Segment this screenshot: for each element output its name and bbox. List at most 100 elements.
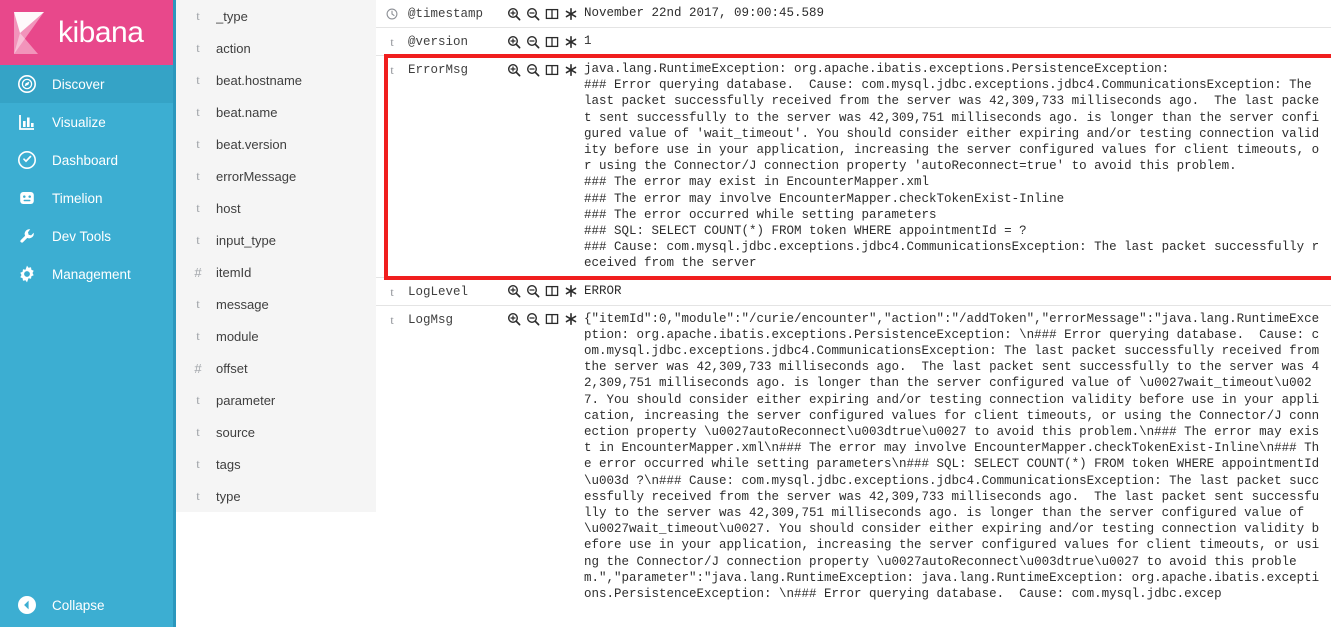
field-list-item[interactable]: t parameter: [176, 384, 376, 416]
dashboard-gauge-icon: [14, 147, 40, 173]
sidebar-item-visualize[interactable]: Visualize: [0, 103, 173, 141]
document-field-row: t LogLevel ERROR: [376, 278, 1331, 306]
filter-for-field-present-asterisk-icon[interactable]: [563, 34, 578, 49]
field-list-item-label: errorMessage: [216, 168, 297, 184]
document-field-name-cell: t @version: [376, 33, 506, 50]
field-type-string-icon: t: [196, 488, 200, 503]
field-type-string-icon: t: [196, 456, 200, 471]
sidebar-item-dashboard[interactable]: Dashboard: [0, 141, 173, 179]
document-field-value: java.lang.RuntimeException: org.apache.i…: [584, 62, 1320, 271]
document-row-actions: [506, 61, 584, 77]
filter-for-value-magnifier-plus-icon[interactable]: [506, 34, 521, 49]
toggle-column-in-table-icon[interactable]: [544, 284, 559, 299]
document-field-row: @timestamp November 22nd 2017, 09:00:45.5…: [376, 0, 1331, 28]
field-list-item[interactable]: t module: [176, 320, 376, 352]
document-detail-table[interactable]: @timestamp November 22nd 2017, 09:00:45.5…: [376, 0, 1331, 627]
field-list-item[interactable]: t source: [176, 416, 376, 448]
document-row-actions: [506, 33, 584, 49]
document-field-name-label: ErrorMsg: [408, 63, 469, 77]
filter-out-value-magnifier-minus-icon[interactable]: [525, 284, 540, 299]
field-list-item[interactable]: t message: [176, 288, 376, 320]
global-nav-items: Discover Visualize Dashboard Timelion De…: [0, 65, 173, 583]
field-type-string-icon: t: [196, 8, 200, 23]
document-field-name-cell: @timestamp: [376, 5, 506, 22]
filter-for-value-magnifier-plus-icon[interactable]: [506, 6, 521, 21]
filter-out-value-magnifier-minus-icon[interactable]: [525, 62, 540, 77]
filter-for-value-magnifier-plus-icon[interactable]: [506, 284, 521, 299]
filter-out-value-magnifier-minus-icon[interactable]: [525, 6, 540, 21]
filter-for-field-present-asterisk-icon[interactable]: [563, 284, 578, 299]
toggle-column-in-table-icon[interactable]: [544, 62, 559, 77]
filter-for-field-present-asterisk-icon[interactable]: [563, 6, 578, 21]
field-type-string-icon: t: [196, 136, 200, 151]
document-field-value: November 22nd 2017, 09:00:45.589: [584, 6, 825, 20]
field-list-item-label: beat.version: [216, 136, 287, 152]
field-list-item[interactable]: t input_type: [176, 224, 376, 256]
field-list-item-label: module: [216, 328, 259, 344]
field-list-item-label: message: [216, 296, 269, 312]
field-type-string-icon: t: [390, 35, 394, 49]
sidebar-item-dev-tools-label: Dev Tools: [52, 228, 112, 244]
field-list-item[interactable]: t action: [176, 32, 376, 64]
filter-for-field-present-asterisk-icon[interactable]: [563, 312, 578, 327]
field-type-string-icon: t: [196, 296, 200, 311]
document-field-value: {"itemId":0,"module":"/curie/encounter",…: [584, 311, 1327, 602]
filter-for-value-magnifier-plus-icon[interactable]: [506, 312, 521, 327]
field-type-string-icon: t: [196, 168, 200, 183]
field-list: t _type t action t beat.hostname t beat.name t be…: [176, 0, 376, 512]
field-type-string-icon: t: [390, 63, 394, 77]
filter-out-value-magnifier-minus-icon[interactable]: [525, 34, 540, 49]
field-list-item[interactable]: t beat.version: [176, 128, 376, 160]
field-list-item[interactable]: t beat.name: [176, 96, 376, 128]
field-type-string-icon: t: [196, 40, 200, 55]
filter-for-value-magnifier-plus-icon[interactable]: [506, 62, 521, 77]
field-list-item-label: beat.hostname: [216, 72, 303, 88]
field-list-item-label: type: [216, 488, 241, 504]
filter-out-value-magnifier-minus-icon[interactable]: [525, 312, 540, 327]
document-field-name-label: LogLevel: [408, 284, 469, 299]
toggle-column-in-table-icon[interactable]: [544, 6, 559, 21]
document-field-row: t LogMsg {"itemId":0,"module":"/curie/enco…: [376, 306, 1331, 608]
kibana-logo-block[interactable]: kibana: [0, 0, 173, 65]
field-type-number-icon: #: [194, 360, 202, 376]
field-type-string-icon: t: [390, 312, 394, 327]
kibana-logo-text: kibana: [58, 15, 144, 49]
field-list-item[interactable]: t _type: [176, 0, 376, 32]
field-list-item[interactable]: t tags: [176, 448, 376, 480]
sidebar-item-discover[interactable]: Discover: [0, 65, 173, 103]
field-list-item-label: source: [216, 424, 256, 440]
field-list-item[interactable]: t host: [176, 192, 376, 224]
field-type-date-icon: [384, 6, 400, 20]
filter-for-field-present-asterisk-icon[interactable]: [563, 62, 578, 77]
field-list-item-label: parameter: [216, 392, 276, 408]
field-list-item[interactable]: # offset: [176, 352, 376, 384]
collapse-nav-label: Collapse: [52, 597, 105, 613]
field-list-item[interactable]: t type: [176, 480, 376, 512]
field-type-string-icon: t: [196, 104, 200, 119]
field-list-sidebar[interactable]: t _type t action t beat.hostname t beat.name t be…: [176, 0, 376, 627]
field-type-string-icon: t: [196, 392, 200, 407]
sidebar-item-management-label: Management: [52, 266, 131, 282]
collapse-nav-button[interactable]: Collapse: [0, 583, 173, 627]
toggle-column-in-table-icon[interactable]: [544, 34, 559, 49]
wrench-icon: [14, 223, 40, 249]
document-field-row: t @version 1: [376, 28, 1331, 56]
sidebar-item-dashboard-label: Dashboard: [52, 152, 119, 168]
document-row-actions: [506, 5, 584, 21]
field-type-string-icon: t: [196, 232, 200, 247]
sidebar-item-management[interactable]: Management: [0, 255, 173, 293]
field-list-item[interactable]: # itemId: [176, 256, 376, 288]
sidebar-item-dev-tools[interactable]: Dev Tools: [0, 217, 173, 255]
discover-compass-icon: [14, 71, 40, 97]
visualize-bars-icon: [14, 109, 40, 135]
field-list-item[interactable]: t errorMessage: [176, 160, 376, 192]
field-list-item-label: input_type: [216, 232, 276, 248]
field-list-item[interactable]: t beat.hostname: [176, 64, 376, 96]
sidebar-item-timelion[interactable]: Timelion: [0, 179, 173, 217]
document-field-name-label: @timestamp: [408, 7, 484, 21]
toggle-column-in-table-icon[interactable]: [544, 312, 559, 327]
sidebar-item-discover-label: Discover: [52, 76, 105, 92]
document-field-row: t ErrorMsg java.lang.RuntimeException: org…: [376, 56, 1331, 278]
document-field-name-cell: t LogLevel: [376, 283, 506, 300]
kibana-logo-icon: [6, 10, 52, 56]
